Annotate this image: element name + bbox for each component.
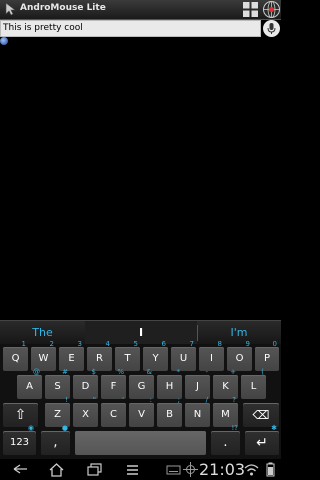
key-p[interactable]: P0 [255,340,279,371]
comma-key[interactable]: , ● [41,424,70,455]
key-n[interactable]: N / [185,396,210,427]
battery-icon [266,462,275,477]
shift-icon: ⇧ [14,407,27,423]
suggestion-strip: The I I'm [0,320,281,345]
soft-keyboard: Q1 W2 E3 R4 T5 Y6 U7 I8 O9 P0 A @ S # D $ F… [0,340,281,459]
key-q[interactable]: Q1 [3,340,28,371]
settings-small-icon: ✱ [271,424,277,432]
menu-icon[interactable] [124,461,141,478]
suggestion-the[interactable]: The [0,321,85,345]
text-input-value: This is pretty cool [3,23,83,33]
suggestion-im[interactable]: I'm [197,321,281,345]
home-icon[interactable] [48,461,65,478]
system-nav-bar: 21:03 [0,459,281,480]
mic-icon[interactable] [263,20,280,37]
key-b[interactable]: B; [157,396,182,427]
back-icon[interactable] [12,461,29,478]
clock: 21:03 [199,460,246,479]
enter-icon: ↵ [256,435,268,451]
key-x[interactable]: X " [73,396,98,427]
keyboard-notification-icon [166,465,181,475]
globe-icon[interactable] [262,0,281,19]
gps-icon [183,462,198,477]
key-u[interactable]: U7 [171,340,196,371]
backspace-icon: ⌫ [252,408,270,422]
mic-small-icon: ● [61,424,68,432]
wifi-icon [244,464,259,476]
language-icon: ◉ [27,424,34,432]
space-key[interactable] [75,431,206,455]
key-v[interactable]: V: [129,396,154,427]
title-bar: AndroMouse Lite [0,0,281,20]
key-c[interactable]: C ' [101,396,126,427]
key-a[interactable]: A @ [17,368,42,399]
suggestion-i[interactable]: I [85,321,197,345]
app-title: AndroMouse Lite [20,3,106,13]
text-input[interactable]: This is pretty cool [0,20,261,37]
mouse-pointer-icon [5,2,16,16]
recent-apps-icon[interactable] [86,461,103,478]
numbers-key[interactable]: 123 ◉ [3,424,36,455]
grid-icon[interactable] [241,0,260,19]
key-i[interactable]: I8 [199,340,224,371]
pointer-dot-icon [0,37,8,45]
key-l[interactable]: L( [241,368,266,399]
period-key[interactable]: .!? [211,424,240,455]
enter-key[interactable]: ↵ ✱ [245,424,279,455]
